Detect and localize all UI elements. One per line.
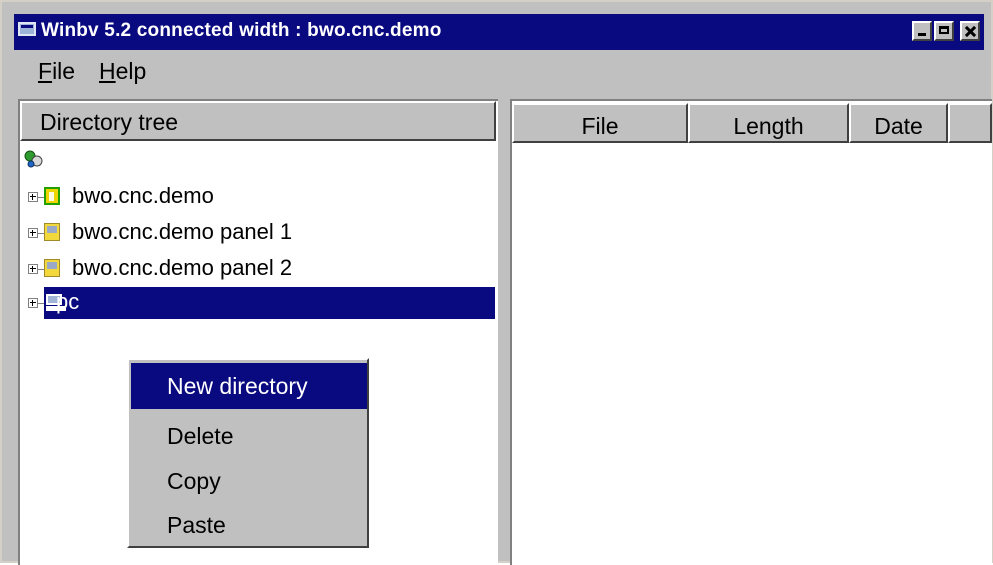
context-menu-copy[interactable]: Copy <box>131 458 367 504</box>
app-window: Winbv 5.2 connected width : bwo.cnc.demo… <box>0 0 993 565</box>
tree-item-label: bwo.cnc.demo <box>72 183 214 208</box>
window-title: Winbv 5.2 connected width : bwo.cnc.demo <box>41 20 442 41</box>
panel-icon <box>44 259 60 277</box>
expand-icon[interactable] <box>28 228 38 238</box>
context-menu-delete[interactable]: Delete <box>131 413 367 459</box>
device-green-icon <box>44 187 60 205</box>
column-header-empty <box>948 103 992 143</box>
tree-item-label: bwo.cnc.demo panel 2 <box>72 255 293 280</box>
context-menu-new-directory[interactable]: New directory <box>131 363 367 409</box>
column-header-file[interactable]: File <box>512 103 688 143</box>
tree-item-pc[interactable]: pc <box>20 287 495 319</box>
column-header-length[interactable]: Length <box>688 103 849 143</box>
panel-icon <box>44 223 60 241</box>
context-menu-paste[interactable]: Paste <box>131 502 367 548</box>
expand-icon[interactable] <box>28 298 38 308</box>
expand-icon[interactable] <box>28 264 38 274</box>
tree-item-label: pc <box>56 289 80 314</box>
menu-help[interactable]: Help <box>99 58 146 85</box>
directory-tree-header: Directory tree <box>20 101 496 141</box>
app-window-icon[interactable] <box>18 22 36 36</box>
expand-icon[interactable] <box>28 192 38 202</box>
menu-file[interactable]: File <box>38 58 75 85</box>
close-button[interactable] <box>960 21 980 41</box>
minimize-button[interactable] <box>912 21 932 41</box>
tree-item-bwo-cnc-demo-panel-1[interactable]: bwo.cnc.demo panel 1 <box>20 217 495 249</box>
tree-item-bwo-cnc-demo[interactable]: bwo.cnc.demo <box>20 181 495 213</box>
tree-connector <box>38 303 44 304</box>
file-list-pane[interactable]: File Length Date <box>510 99 992 565</box>
network-icon[interactable] <box>23 149 45 169</box>
title-bar[interactable]: Winbv 5.2 connected width : bwo.cnc.demo <box>14 14 984 50</box>
tree-item-label: bwo.cnc.demo panel 1 <box>72 219 293 244</box>
context-menu: New directory Delete Copy Paste <box>127 358 369 548</box>
menu-bar: File Help <box>14 54 984 90</box>
column-header-date[interactable]: Date <box>849 103 948 143</box>
selection-highlight <box>44 287 495 319</box>
maximize-button[interactable] <box>934 21 954 41</box>
tree-item-bwo-cnc-demo-panel-2[interactable]: bwo.cnc.demo panel 2 <box>20 253 495 285</box>
